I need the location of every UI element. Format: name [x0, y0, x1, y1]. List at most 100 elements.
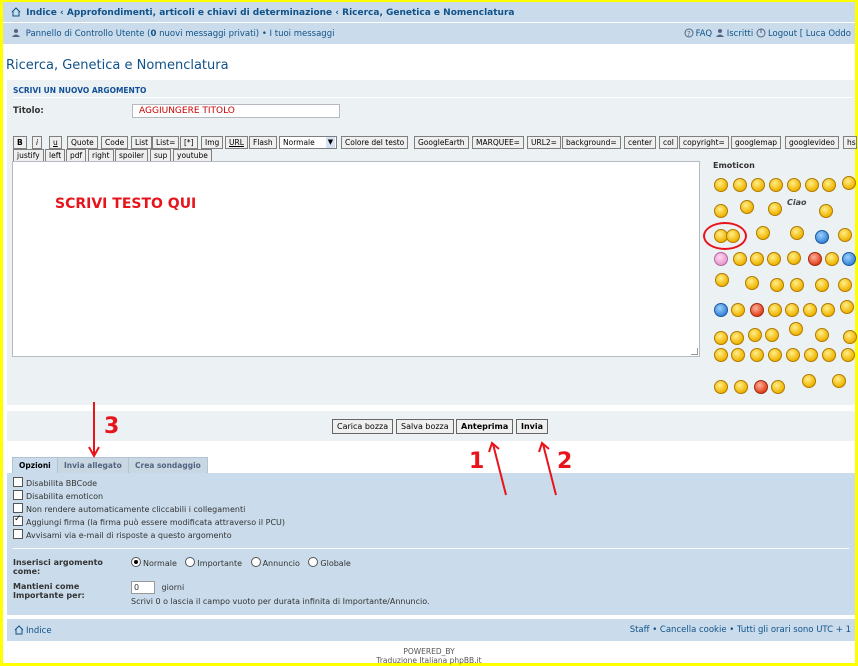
bounce-emoticon-icon[interactable] — [714, 204, 728, 218]
checkbox[interactable] — [13, 490, 23, 500]
confused-emoticon-icon[interactable] — [767, 252, 781, 266]
footer-links[interactable]: Staff • Cancella cookie • Tutti gli orar… — [630, 625, 851, 635]
love-emoticon-icon[interactable] — [734, 380, 748, 394]
shh-emoticon-icon[interactable] — [802, 374, 816, 388]
angry-emoticon-icon[interactable] — [750, 303, 764, 317]
blush-emoticon-icon[interactable] — [714, 252, 728, 266]
mad-emoticon-icon[interactable] — [808, 252, 822, 266]
translation-credit[interactable]: Traduzione Italiana phpBB.it — [0, 656, 858, 665]
load-draft-button[interactable]: Carica bozza — [332, 419, 394, 434]
thumbs-up-emoticon-icon[interactable] — [815, 230, 829, 244]
cool-emoticon-icon[interactable] — [787, 178, 801, 192]
pm-link[interactable]: nuovi messaggi privati) — [156, 29, 259, 39]
option-disable-bbcode[interactable]: Disabilita BBCode — [13, 477, 97, 488]
ucp-link[interactable]: Pannello di Controllo Utente — [26, 29, 145, 39]
footer-index[interactable]: Indice — [14, 625, 52, 636]
logout-link[interactable]: Logout [ Luca Oddo — [768, 29, 851, 39]
list-item-button[interactable]: [*] — [180, 136, 198, 149]
whistle-emoticon-icon[interactable] — [745, 276, 759, 290]
quote-button[interactable]: Quote — [67, 136, 98, 149]
lol-emoticon-icon[interactable] — [815, 278, 829, 292]
flash-button[interactable]: Flash — [249, 136, 277, 149]
radio-normal[interactable] — [131, 557, 141, 567]
evil-emoticon-icon[interactable] — [785, 303, 799, 317]
alarm-emoticon-icon[interactable] — [754, 380, 768, 394]
exclaim-emoticon-icon[interactable] — [786, 348, 800, 362]
writing-emoticon-icon[interactable] — [765, 328, 779, 342]
col-button[interactable]: col — [659, 136, 678, 149]
save-draft-button[interactable]: Salva bozza — [396, 419, 454, 434]
laugh-emoticon-icon[interactable] — [769, 178, 783, 192]
grr-emoticon-icon[interactable] — [803, 303, 817, 317]
marquee-button[interactable]: MARQUEE= — [472, 136, 524, 149]
option-notify[interactable]: Avvisami via e-mail di risposte a questo… — [13, 529, 232, 540]
wizard-emoticon-icon[interactable] — [789, 322, 803, 336]
bold-button[interactable]: B — [13, 136, 27, 149]
think-emoticon-icon[interactable] — [790, 226, 804, 240]
my-posts-link[interactable]: • I tuoi messaggi — [262, 29, 335, 39]
idea-emoticon-icon[interactable] — [768, 348, 782, 362]
googlevideo-button[interactable]: googlevideo — [785, 136, 839, 149]
mrgreen-emoticon-icon[interactable] — [822, 348, 836, 362]
sad-emoticon-icon[interactable] — [733, 252, 747, 266]
music-emoticon-icon[interactable] — [790, 278, 804, 292]
breadcrumb-index[interactable]: Indice — [26, 8, 57, 18]
center-button[interactable]: center — [624, 136, 657, 149]
ciao-bubble-icon[interactable]: Ciao — [787, 198, 807, 207]
wave-emoticon-icon[interactable] — [842, 176, 856, 190]
smile-emoticon-icon[interactable] — [714, 178, 728, 192]
dance-emoticon-icon[interactable] — [740, 200, 754, 214]
submit-button[interactable]: Invia — [516, 419, 549, 434]
devil-emoticon-icon[interactable] — [821, 303, 835, 317]
twisted-emoticon-icon[interactable] — [841, 348, 855, 362]
point-emoticon-icon[interactable] — [756, 226, 770, 240]
sleepy-emoticon-icon[interactable] — [715, 273, 729, 287]
members-link[interactable]: Iscritti — [727, 29, 754, 39]
breadcrumb-subforum[interactable]: Ricerca, Genetica e Nomenclatura — [342, 8, 514, 18]
checkbox[interactable] — [13, 514, 23, 526]
text-color-button[interactable]: Colore del testo — [341, 136, 409, 149]
bee-emoticon-icon[interactable] — [815, 328, 829, 342]
copyright-button[interactable]: copyright= — [679, 136, 729, 149]
bee-wave-emoticon-icon[interactable] — [832, 374, 846, 388]
radio-sticky[interactable] — [185, 557, 196, 567]
font-size-select[interactable]: Normale ▼ — [279, 136, 337, 149]
message-textarea[interactable]: SCRIVI TESTO QUI — [12, 161, 700, 357]
hs-button[interactable]: hs — [843, 136, 857, 149]
cry-emoticon-icon[interactable] — [838, 278, 852, 292]
checkbox[interactable] — [13, 503, 23, 513]
ciao-emoticon-icon[interactable] — [819, 204, 833, 218]
kiss-emoticon-icon[interactable] — [714, 380, 728, 394]
preview-button[interactable]: Anteprima — [456, 419, 514, 434]
list-ordered-button[interactable]: List= — [152, 136, 180, 149]
grin-emoticon-icon[interactable] — [733, 178, 747, 192]
cold-emoticon-icon[interactable] — [842, 252, 856, 266]
googleearth-button[interactable]: GoogleEarth — [414, 136, 469, 149]
eek-emoticon-icon[interactable] — [770, 278, 784, 292]
drink-emoticon-icon[interactable] — [843, 330, 857, 344]
faq-link[interactable]: FAQ — [696, 29, 712, 39]
question-emoticon-icon[interactable] — [804, 348, 818, 362]
checkbox[interactable] — [13, 477, 23, 487]
tongue-emoticon-icon[interactable] — [787, 251, 801, 265]
arrow-emoticon-icon[interactable] — [750, 348, 764, 362]
happy-emoticon-icon[interactable] — [805, 178, 819, 192]
shock-emoticon-icon[interactable] — [838, 228, 852, 242]
worried-emoticon-icon[interactable] — [731, 303, 745, 317]
sticky-days-input[interactable]: 0 — [131, 581, 155, 594]
radio-announce[interactable] — [250, 557, 261, 567]
italic-button[interactable]: i — [32, 136, 43, 149]
list-button[interactable]: List — [131, 136, 153, 149]
breadcrumb-forum[interactable]: Approfondimenti, articoli e chiavi di de… — [67, 8, 332, 18]
sleep-emoticon-icon[interactable] — [771, 380, 785, 394]
radio-global[interactable] — [308, 557, 319, 567]
hug-emoticon-icon[interactable] — [748, 328, 762, 342]
reading-emoticon-icon[interactable] — [714, 331, 728, 345]
sunglasses-emoticon-icon[interactable] — [714, 348, 728, 362]
book-emoticon-icon[interactable] — [730, 331, 744, 345]
code-button[interactable]: Code — [101, 136, 129, 149]
crazy-emoticon-icon[interactable] — [840, 300, 854, 314]
option-disable-magic-url[interactable]: Non rendere automaticamente cliccabili i… — [13, 503, 245, 514]
shades-emoticon-icon[interactable] — [731, 348, 745, 362]
rolleyes-emoticon-icon[interactable] — [750, 252, 764, 266]
